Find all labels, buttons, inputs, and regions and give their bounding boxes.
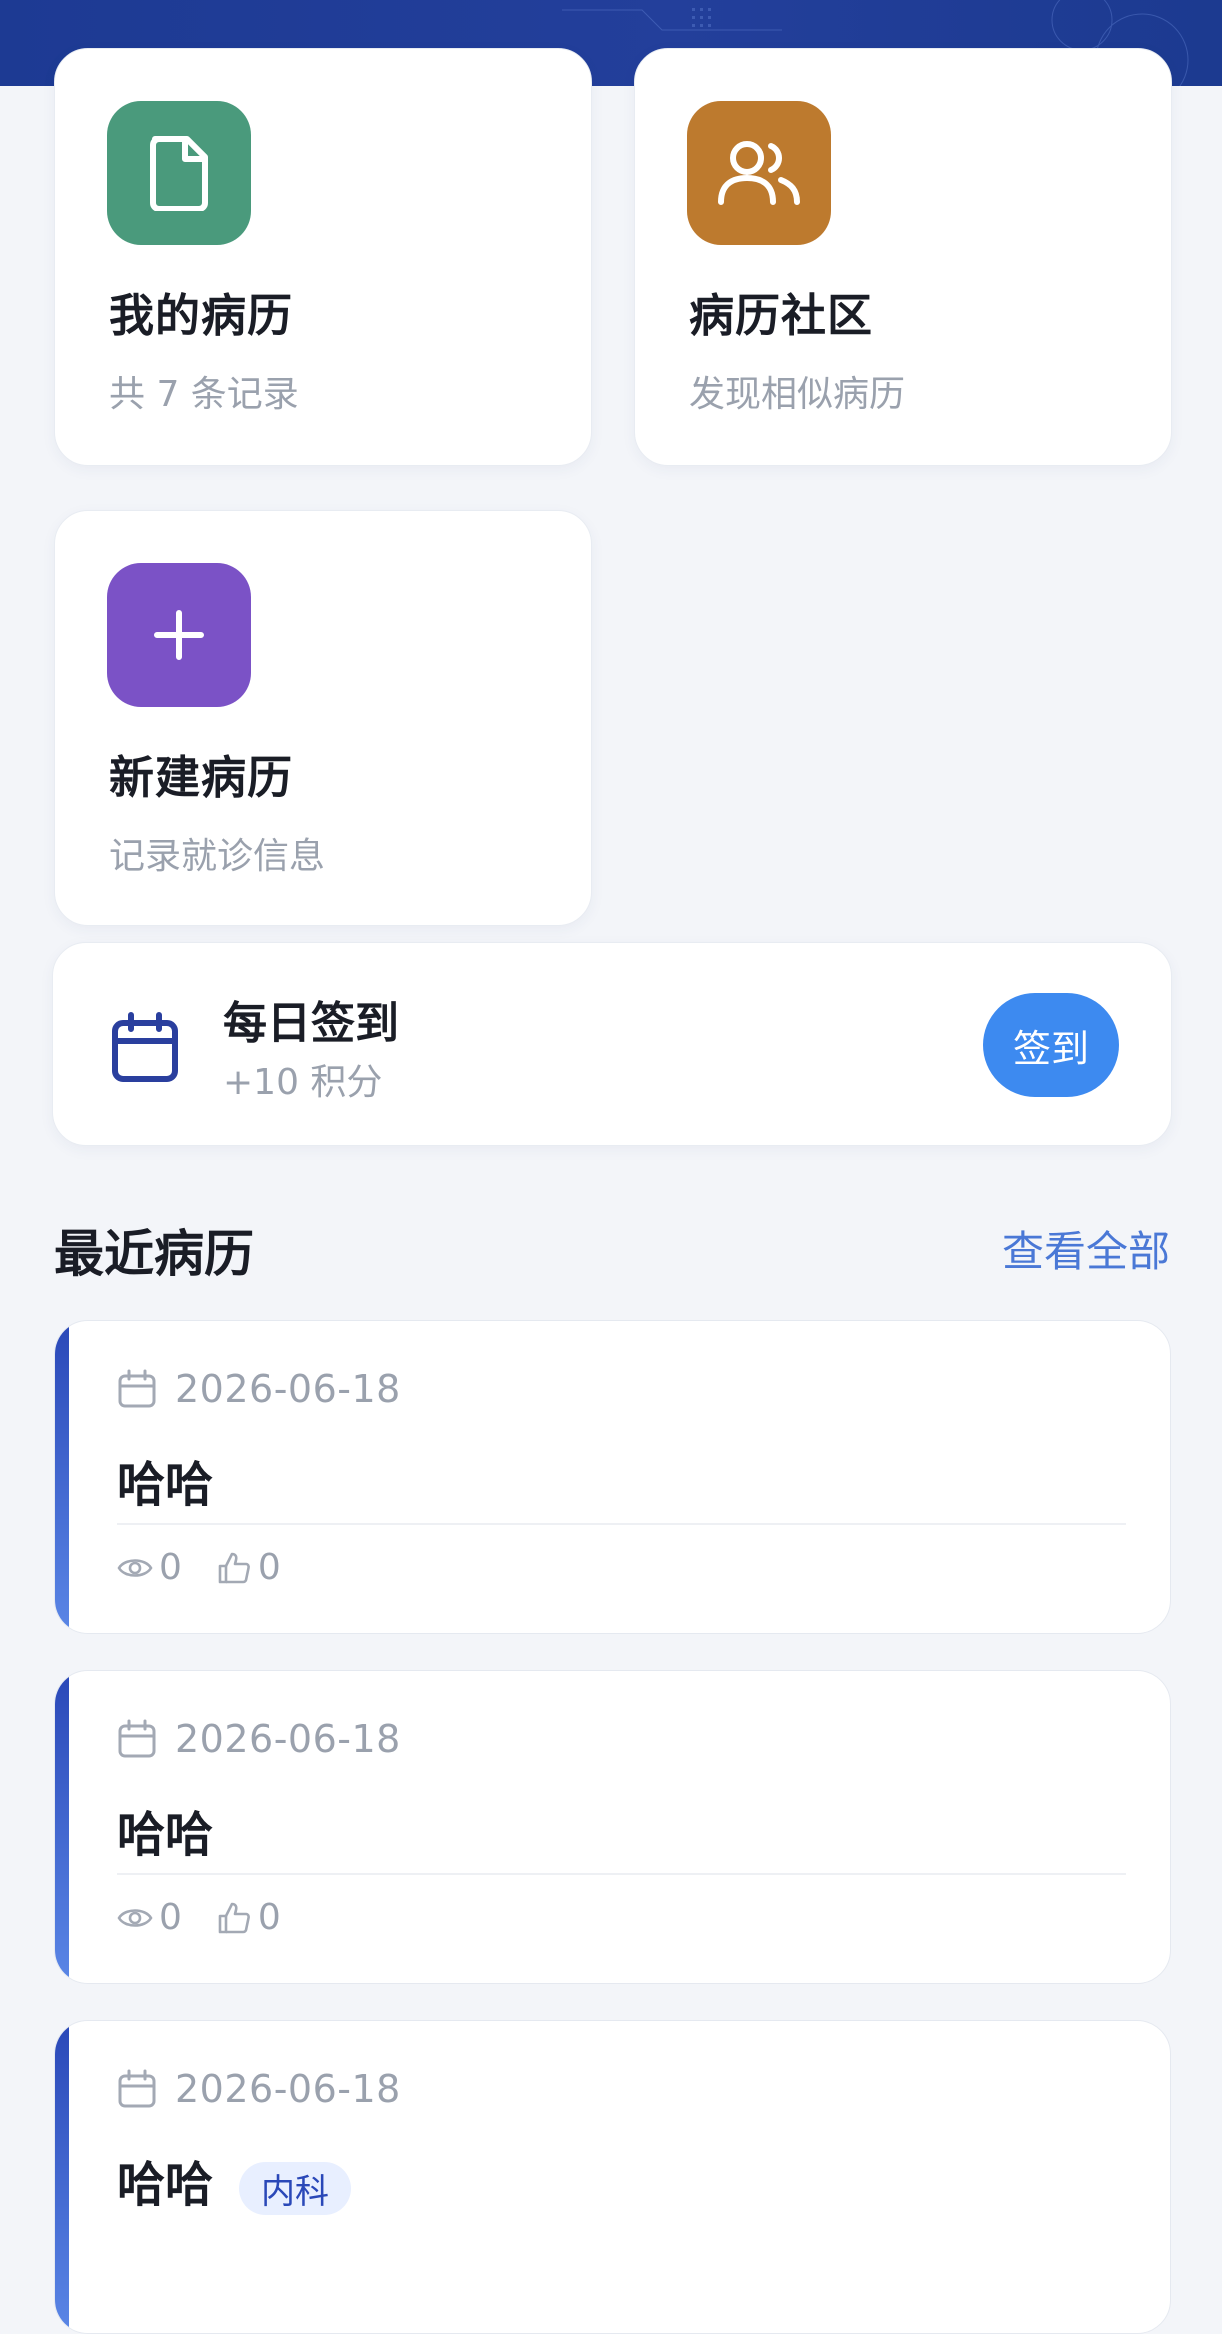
- record-stats: 0 0: [117, 1897, 315, 1938]
- thumbs-up-icon: [218, 1902, 250, 1933]
- record-title: 哈哈: [117, 1457, 214, 1513]
- new-record-subtitle: 记录就诊信息: [109, 836, 326, 877]
- record-title: 哈哈: [117, 1807, 214, 1863]
- calendar-icon: [118, 2069, 156, 2108]
- community-card[interactable]: 病历社区 发现相似病历: [634, 48, 1172, 466]
- record-title-text: 哈哈: [117, 2157, 214, 2213]
- my-records-title: 我的病历: [109, 289, 294, 342]
- record-date-row: 2026-06-18: [117, 2067, 401, 2111]
- record-accent-stripe: [55, 2021, 69, 2333]
- likes-count: 0: [257, 1897, 281, 1938]
- views-count: 0: [159, 1547, 182, 1588]
- checkin-button[interactable]: 签到: [983, 993, 1119, 1097]
- views-stat: 0: [117, 1897, 182, 1938]
- record-card[interactable]: 2026-06-18 哈哈 0 0: [54, 1670, 1171, 1984]
- record-date-row: 2026-06-18: [117, 1717, 401, 1761]
- record-accent-stripe: [55, 1321, 69, 1633]
- eye-icon: [117, 1558, 153, 1577]
- my-records-card[interactable]: 我的病历 共 7 条记录: [54, 48, 592, 466]
- department-tag: 内科: [239, 2161, 352, 2215]
- record-card[interactable]: 2026-06-18 哈哈 内科: [54, 2020, 1171, 2334]
- calendar-icon: [112, 1012, 178, 1082]
- new-record-card[interactable]: 新建病历 记录就诊信息: [54, 510, 592, 926]
- checkin-points: +10 积分: [223, 1062, 383, 1103]
- likes-count: 0: [257, 1547, 281, 1588]
- my-records-subtitle: 共 7 条记录: [109, 374, 299, 415]
- views-stat: 0: [117, 1547, 182, 1588]
- record-divider: [117, 1873, 1126, 1875]
- view-all-link[interactable]: 查看全部: [1002, 1218, 1170, 1279]
- views-count: 0: [159, 1897, 182, 1938]
- community-subtitle: 发现相似病历: [689, 374, 906, 415]
- record-date: 2026-06-18: [175, 2067, 401, 2111]
- record-card[interactable]: 2026-06-18 哈哈 0 0: [54, 1320, 1171, 1634]
- record-title: 哈哈 内科: [117, 2145, 352, 2215]
- new-record-icon-box: [107, 563, 251, 707]
- thumbs-up-icon: [218, 1552, 250, 1583]
- recent-records-title: 最近病历: [54, 1225, 254, 1283]
- record-date: 2026-06-18: [175, 1717, 401, 1761]
- daily-checkin-card: 每日签到 +10 积分 签到: [52, 942, 1172, 1146]
- community-title: 病历社区: [689, 289, 874, 342]
- record-date: 2026-06-18: [175, 1367, 401, 1411]
- eye-icon: [117, 1908, 153, 1927]
- file-icon: [150, 136, 208, 211]
- calendar-icon: [118, 1369, 156, 1408]
- my-records-icon-box: [107, 101, 251, 245]
- likes-stat[interactable]: 0: [216, 1897, 281, 1938]
- record-date-row: 2026-06-18: [117, 1367, 401, 1411]
- checkin-title: 每日签到: [223, 998, 399, 1049]
- record-stats: 0 0: [117, 1547, 315, 1588]
- community-icon-box: [687, 101, 831, 245]
- calendar-icon: [118, 1719, 156, 1758]
- plus-icon: [154, 610, 204, 660]
- record-accent-stripe: [55, 1671, 69, 1983]
- new-record-title: 新建病历: [109, 751, 294, 804]
- likes-stat[interactable]: 0: [216, 1547, 281, 1588]
- record-divider: [117, 1523, 1126, 1525]
- users-icon: [718, 141, 800, 205]
